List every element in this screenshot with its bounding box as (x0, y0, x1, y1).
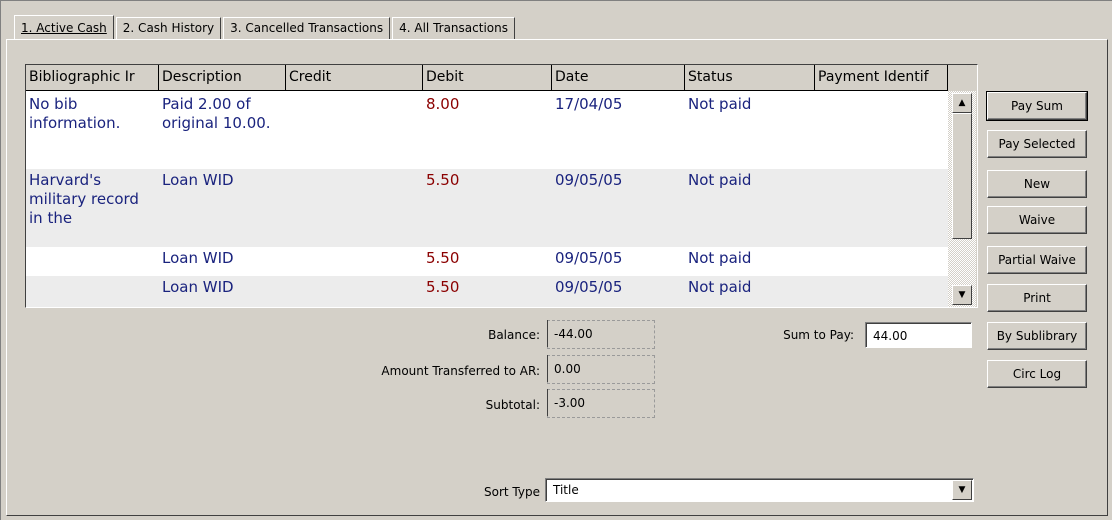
new-button[interactable]: New (987, 170, 1087, 198)
tab-cancelled-transactions[interactable]: 3. Cancelled Transactions (223, 17, 391, 39)
cell-bibliographic (26, 247, 159, 276)
grid-header: Bibliographic Ir Description Credit Debi… (26, 65, 954, 91)
pay-sum-button[interactable]: Pay Sum (986, 91, 1088, 121)
transferred-to-ar-field: 0.00 (547, 355, 655, 384)
cell-status: Not paid (688, 249, 752, 267)
sort-type-value: Title (553, 483, 579, 497)
cell-credit (286, 169, 423, 247)
transferred-to-ar-label: Amount Transferred to AR: (381, 364, 540, 378)
cell-status: Not paid (688, 171, 752, 189)
tab-all-transactions[interactable]: 4. All Transactions (392, 17, 515, 39)
cell-payment-identifier (815, 169, 948, 247)
column-header-status[interactable]: Status (685, 65, 815, 91)
cell-description: Paid 2.00 of original 10.00. (162, 95, 271, 132)
scroll-down-arrow-icon[interactable]: ▼ (952, 285, 972, 305)
tab-strip: 1. Active Cash 2. Cash History 3. Cancel… (14, 15, 517, 39)
column-header-debit[interactable]: Debit (423, 65, 552, 91)
scroll-up-arrow-icon[interactable]: ▲ (952, 93, 972, 113)
balance-label: Balance: (488, 328, 540, 342)
cell-status: Not paid (688, 95, 752, 113)
cell-debit: 5.50 (426, 171, 460, 189)
grid-body: No bib information. Paid 2.00 of origina… (26, 91, 948, 307)
cell-description: Loan WID (162, 278, 234, 296)
print-button[interactable]: Print (987, 284, 1087, 312)
cell-date: 09/05/05 (555, 249, 623, 267)
tab-active-cash[interactable]: 1. Active Cash (14, 15, 114, 39)
cell-debit: 8.00 (426, 95, 460, 113)
sort-type-select[interactable]: Title ▼ (545, 478, 974, 502)
sort-type-label: Sort Type (484, 485, 540, 499)
cell-credit (286, 276, 423, 307)
dropdown-arrow-icon[interactable]: ▼ (952, 480, 972, 500)
cell-credit (286, 93, 423, 169)
column-header-description[interactable]: Description (159, 65, 286, 91)
cell-bibliographic: Harvard's military record in the (29, 171, 139, 227)
transactions-grid: Bibliographic Ir Description Credit Debi… (25, 64, 978, 308)
table-row[interactable]: Loan WID 5.50 09/05/05 Not paid (26, 276, 948, 307)
cell-payment-identifier (815, 93, 948, 169)
cell-payment-identifier (815, 276, 948, 307)
cell-bibliographic: No bib information. (29, 95, 121, 132)
table-row[interactable]: Harvard's military record in the Loan WI… (26, 169, 948, 247)
cell-description: Loan WID (162, 249, 234, 267)
scroll-thumb[interactable] (952, 113, 972, 239)
subtotal-label: Subtotal: (485, 398, 540, 412)
sum-to-pay-label: Sum to Pay: (783, 328, 854, 342)
column-header-credit[interactable]: Credit (286, 65, 423, 91)
tab-cash-history[interactable]: 2. Cash History (115, 17, 222, 39)
by-sublibrary-button[interactable]: By Sublibrary (987, 322, 1087, 350)
cell-date: 09/05/05 (555, 171, 623, 189)
grid-vertical-scrollbar[interactable]: ▲ ▼ (948, 91, 976, 307)
cell-description: Loan WID (162, 171, 234, 189)
pay-selected-button[interactable]: Pay Selected (987, 130, 1087, 158)
balance-field: -44.00 (547, 320, 655, 349)
cell-status: Not paid (688, 278, 752, 296)
column-header-payment-identifier[interactable]: Payment Identif (815, 65, 948, 91)
cell-date: 09/05/05 (555, 278, 623, 296)
column-header-date[interactable]: Date (552, 65, 685, 91)
cell-payment-identifier (815, 247, 948, 276)
cell-bibliographic (26, 276, 159, 307)
waive-button[interactable]: Waive (987, 206, 1087, 234)
column-header-bibliographic[interactable]: Bibliographic Ir (26, 65, 159, 91)
table-row[interactable]: No bib information. Paid 2.00 of origina… (26, 93, 948, 169)
circ-log-button[interactable]: Circ Log (987, 360, 1087, 388)
cell-debit: 5.50 (426, 249, 460, 267)
table-row[interactable]: Loan WID 5.50 09/05/05 Not paid (26, 247, 948, 276)
sum-to-pay-input[interactable]: 44.00 (865, 322, 972, 348)
subtotal-field: -3.00 (547, 389, 655, 418)
cell-credit (286, 247, 423, 276)
cell-debit: 5.50 (426, 278, 460, 296)
partial-waive-button[interactable]: Partial Waive (987, 246, 1087, 274)
cell-date: 17/04/05 (555, 95, 623, 113)
